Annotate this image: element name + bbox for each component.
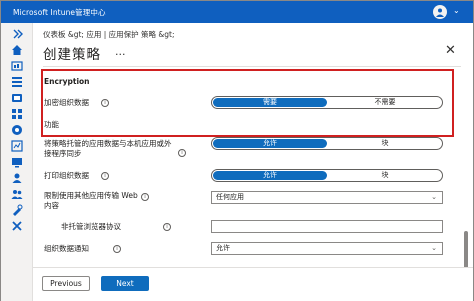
info-icon[interactable]: i xyxy=(101,99,109,107)
app-title: Microsoft Intune管理中心 xyxy=(13,8,106,17)
reports-icon[interactable] xyxy=(10,140,24,152)
info-icon[interactable]: i xyxy=(163,223,171,231)
scrollbar-thumb[interactable] xyxy=(464,231,468,271)
users-icon[interactable] xyxy=(10,172,24,184)
page-title: 创建策略 xyxy=(43,47,101,63)
encryption-heading: Encryption xyxy=(44,77,90,86)
expand-menu-icon[interactable] xyxy=(10,28,24,40)
chevron-down-icon[interactable]: ⌄ xyxy=(453,6,460,15)
unmanaged-browser-protocol-field[interactable] xyxy=(211,220,443,233)
home-icon[interactable] xyxy=(10,44,24,56)
apps-icon[interactable] xyxy=(10,156,24,168)
restrict-web-content-value: 任何应用 xyxy=(216,193,244,201)
toggle-option-allow[interactable]: 允许 xyxy=(213,171,327,180)
close-icon[interactable]: ✕ xyxy=(445,43,456,58)
previous-button[interactable]: Previous xyxy=(42,276,90,291)
more-options-icon[interactable]: ... xyxy=(115,45,126,58)
info-icon[interactable]: i xyxy=(113,245,121,253)
breadcrumb[interactable]: 仪表板 &gt; 应用 | 应用保护 策略 &gt; xyxy=(43,29,174,40)
create-policy-blade: 仪表板 &gt; 应用 | 应用保护 策略 &gt; 创建策略 ... ✕ En… xyxy=(33,23,473,301)
header-divider xyxy=(43,66,461,67)
favorites-icon[interactable] xyxy=(10,92,24,104)
toggle-option-not-require[interactable]: 不需要 xyxy=(328,97,442,108)
sync-data-label: 将策略托管的应用数据与本机应用或外接程序同步 xyxy=(44,139,172,158)
chevron-down-icon: ⌄ xyxy=(431,244,437,252)
toggle-option-require[interactable]: 需要 xyxy=(213,98,327,107)
toggle-option-allow[interactable]: 允许 xyxy=(213,139,327,148)
tenant-admin-icon[interactable] xyxy=(10,204,24,216)
print-org-data-label: 打印组织数据 xyxy=(44,171,89,180)
encrypt-org-data-toggle[interactable]: 需要 不需要 xyxy=(211,96,443,109)
endpoint-security-icon[interactable] xyxy=(10,124,24,136)
groups-icon[interactable] xyxy=(10,188,24,200)
functionality-heading: 功能 xyxy=(44,120,59,129)
avatar[interactable] xyxy=(433,5,447,19)
info-icon[interactable]: i xyxy=(178,149,186,157)
chevron-down-icon: ⌄ xyxy=(431,193,437,201)
all-services-icon[interactable] xyxy=(10,76,24,88)
next-button[interactable]: Next xyxy=(101,276,149,291)
org-data-notifications-select[interactable]: 允许 ⌄ xyxy=(211,242,443,255)
troubleshooting-icon[interactable] xyxy=(10,220,24,232)
toggle-option-block[interactable]: 块 xyxy=(328,138,442,149)
app-window: Microsoft Intune管理中心 ⌄ 仪表板 &gt; 应用 | 应用保… xyxy=(0,0,474,301)
devices-icon[interactable] xyxy=(10,108,24,120)
dashboard-icon[interactable] xyxy=(10,60,24,72)
restrict-web-content-select[interactable]: 任何应用 ⌄ xyxy=(211,191,443,204)
scrollbar[interactable] xyxy=(464,71,468,281)
org-data-notifications-value: 允许 xyxy=(216,244,230,252)
restrict-web-content-label: 限制使用其他应用传输 Web 内容 xyxy=(44,191,138,210)
wizard-footer: Previous Next xyxy=(33,267,473,301)
info-icon[interactable]: i xyxy=(141,193,149,201)
toggle-option-block[interactable]: 块 xyxy=(328,170,442,181)
sync-data-toggle[interactable]: 允许 块 xyxy=(211,137,443,150)
org-data-notifications-label: 组织数据通知 xyxy=(44,244,89,253)
unmanaged-browser-protocol-label: 非托管浏览器协议 xyxy=(61,222,121,231)
title-bar: Microsoft Intune管理中心 ⌄ xyxy=(1,1,473,23)
info-icon[interactable]: i xyxy=(101,172,109,180)
encrypt-org-data-label: 加密组织数据 xyxy=(44,98,89,107)
left-nav-rail xyxy=(1,23,33,301)
print-org-data-toggle[interactable]: 允许 块 xyxy=(211,169,443,182)
